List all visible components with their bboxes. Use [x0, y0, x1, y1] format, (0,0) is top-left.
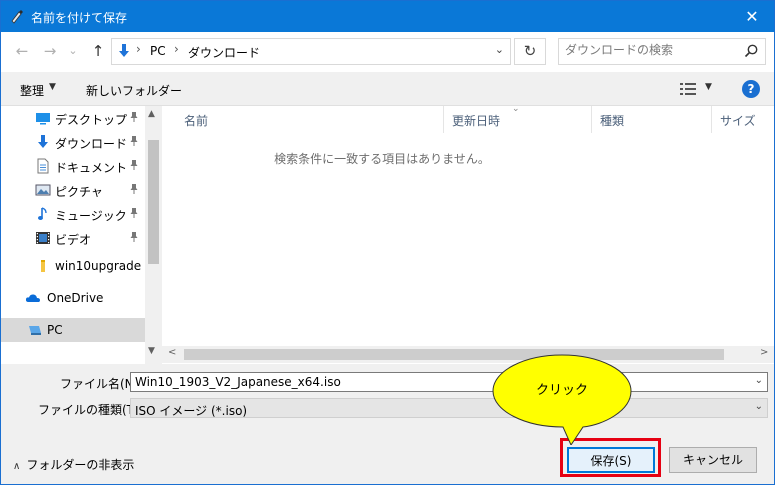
scroll-right-icon[interactable]: >	[760, 347, 768, 358]
pin-icon[interactable]	[129, 231, 139, 243]
close-button[interactable]: ✕	[730, 1, 774, 32]
forward-button[interactable]: →	[39, 42, 61, 60]
sidebar-item-pc[interactable]: PC	[1, 318, 145, 342]
sidebar-item-label: win10upgrade	[55, 259, 142, 273]
sidebar-item-label: デスクトップ	[55, 113, 128, 127]
search-icon[interactable]	[743, 43, 759, 59]
column-header-label: 更新日時	[452, 114, 501, 128]
sidebar-item-downloads[interactable]: ダウンロード	[1, 130, 145, 154]
filename-dropdown-icon[interactable]: ⌄	[755, 375, 763, 386]
sidebar-item-onedrive[interactable]: OneDrive	[1, 286, 145, 310]
download-icon	[38, 135, 48, 148]
pin-icon[interactable]	[129, 207, 139, 219]
organize-button[interactable]: 整理	[20, 82, 44, 99]
sidebar-item-label: ミュージック	[55, 209, 127, 223]
pin-icon[interactable]	[129, 183, 139, 195]
document-icon	[37, 158, 49, 174]
view-options-icon[interactable]	[680, 82, 696, 96]
column-header-size[interactable]: サイズ	[712, 106, 774, 133]
sidebar-item-label: ビデオ	[55, 233, 92, 247]
filetype-label: ファイルの種類(T):	[38, 403, 143, 417]
sidebar-item-desktop[interactable]: デスクトップ	[1, 106, 145, 130]
address-dropdown[interactable]: ⌄	[495, 43, 504, 56]
onedrive-icon	[25, 294, 40, 302]
breadcrumb-separator: ›	[136, 42, 141, 56]
sidebar-item-videos[interactable]: ビデオ	[1, 226, 145, 250]
filetype-select[interactable]: ISO イメージ (*.iso) ⌄	[130, 398, 768, 418]
horizontal-scrollbar[interactable]: < >	[162, 346, 774, 363]
desktop-icon	[36, 113, 50, 125]
scroll-left-icon[interactable]: <	[168, 347, 176, 358]
refresh-button[interactable]: ↻	[514, 38, 546, 65]
sidebar-scrollbar[interactable]: ▲ ▼	[145, 106, 162, 364]
save-as-dialog: 名前を付けて保存 ✕ ← → ⌄ ↑ › PC › ダウンロード ⌄ ↻ 整	[0, 0, 775, 485]
pin-icon[interactable]	[129, 159, 139, 171]
video-icon	[36, 232, 50, 244]
empty-message: 検索条件に一致する項目はありません。	[274, 152, 490, 166]
view-options-caret-icon[interactable]: ▼	[705, 82, 712, 92]
address-bar[interactable]: › PC › ダウンロード ⌄	[111, 38, 511, 65]
pin-icon[interactable]	[129, 135, 139, 147]
search-input[interactable]	[565, 43, 735, 57]
save-dialog-icon	[11, 10, 23, 24]
download-folder-icon	[119, 44, 129, 57]
sidebar-item-win10upgrade[interactable]: win10upgrade	[1, 254, 145, 278]
sidebar-item-documents[interactable]: ドキュメント	[1, 154, 145, 178]
pin-icon[interactable]	[129, 111, 139, 123]
help-button[interactable]: ?	[742, 80, 760, 98]
filetype-value: ISO イメージ (*.iso)	[135, 404, 248, 418]
column-header-label: サイズ	[720, 114, 756, 128]
command-bar: 整理 ▼ 新しいフォルダー ▼ ?	[1, 72, 774, 106]
column-header-date[interactable]: 更新日時	[444, 106, 592, 133]
scroll-thumb[interactable]	[148, 140, 159, 264]
breadcrumb-pc[interactable]: PC	[150, 44, 166, 58]
address-row: ← → ⌄ ↑ › PC › ダウンロード ⌄ ↻	[1, 32, 774, 72]
title-bar: 名前を付けて保存 ✕	[1, 1, 774, 32]
column-header-name[interactable]: 名前	[176, 106, 444, 133]
sidebar-item-label: ダウンロード	[55, 137, 128, 151]
callout-text: クリック	[535, 383, 588, 398]
callout-bubble	[492, 354, 632, 445]
folder-icon	[41, 260, 45, 272]
column-header-label: 名前	[184, 114, 209, 128]
scroll-thumb[interactable]	[184, 349, 724, 360]
click-callout: クリック	[491, 353, 633, 445]
column-header-type[interactable]: 種類	[592, 106, 712, 133]
up-button[interactable]: ↑	[87, 42, 109, 60]
window-title: 名前を付けて保存	[31, 11, 128, 25]
chevron-up-icon: ∧	[13, 461, 21, 472]
breadcrumb-downloads[interactable]: ダウンロード	[188, 44, 260, 61]
music-icon	[38, 207, 47, 220]
recent-locations-button[interactable]: ⌄	[62, 44, 84, 57]
filename-input[interactable]	[135, 375, 735, 389]
sidebar-item-pictures[interactable]: ピクチャ	[1, 178, 145, 202]
sidebar-item-label: OneDrive	[47, 291, 104, 305]
sidebar-item-label: PC	[47, 323, 63, 337]
back-button[interactable]: ←	[11, 42, 33, 60]
save-button[interactable]: 保存(S)	[567, 447, 655, 473]
file-list: 名前 ⌄ 更新日時 種類 サイズ 検索条件に一致する項目はありません。 < >	[162, 104, 774, 364]
breadcrumb-separator[interactable]: ›	[174, 42, 179, 56]
sidebar-item-label: ピクチャ	[55, 185, 103, 199]
pictures-icon	[35, 184, 51, 196]
filetype-dropdown-icon[interactable]: ⌄	[755, 401, 763, 412]
cancel-button[interactable]: キャンセル	[669, 447, 757, 473]
filename-field[interactable]: ⌄	[130, 372, 768, 392]
hide-folders-toggle[interactable]: ∧ フォルダーの非表示	[13, 456, 134, 473]
pc-icon	[29, 326, 41, 335]
scroll-down-icon[interactable]: ▼	[148, 346, 155, 356]
search-box[interactable]	[558, 38, 766, 65]
sidebar-item-label: ドキュメント	[55, 161, 128, 175]
navigation-pane: デスクトップ ダウンロード ドキュメント ピクチャ ミュージック ビデオ win…	[1, 106, 162, 364]
organize-caret-icon[interactable]: ▼	[49, 82, 56, 92]
hide-folders-label: フォルダーの非表示	[26, 458, 135, 472]
new-folder-button[interactable]: 新しいフォルダー	[86, 82, 182, 99]
scroll-up-icon[interactable]: ▲	[148, 109, 155, 119]
column-header-label: 種類	[600, 114, 625, 128]
sidebar-item-music[interactable]: ミュージック	[1, 202, 145, 226]
